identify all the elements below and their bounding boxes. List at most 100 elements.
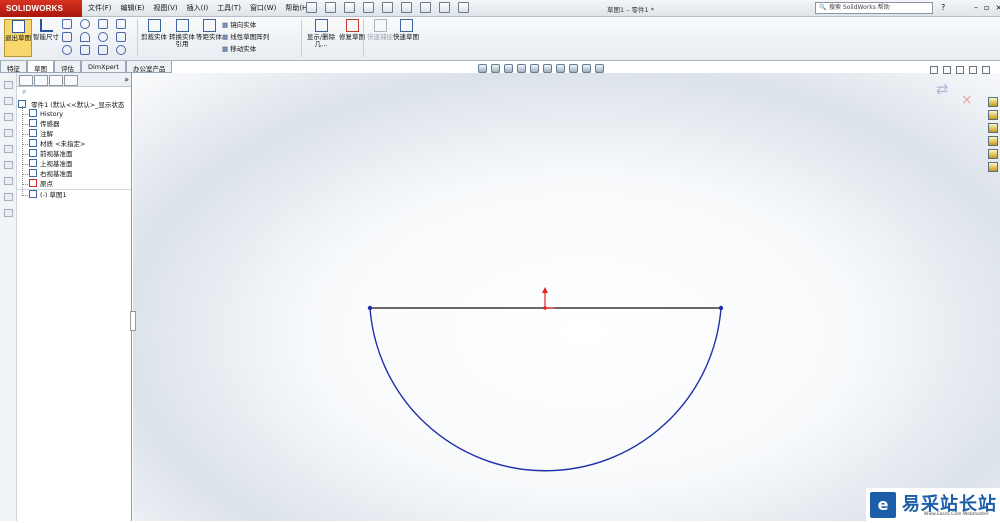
- appearance-icon[interactable]: [569, 64, 578, 73]
- restore-icon[interactable]: ▫: [984, 3, 989, 12]
- appearance-icon[interactable]: [988, 149, 998, 159]
- menu-edit[interactable]: 编辑(E): [121, 3, 145, 13]
- print-icon[interactable]: [363, 2, 374, 13]
- solidworks-resources-icon[interactable]: [988, 97, 998, 107]
- repair-sketch-button[interactable]: 修复草图: [338, 19, 366, 57]
- view-settings-icon[interactable]: [595, 64, 604, 73]
- help-search-input[interactable]: 搜索 SolidWorks 帮助: [815, 2, 933, 14]
- select-icon[interactable]: [401, 2, 412, 13]
- tab-evaluate[interactable]: 评估: [54, 61, 81, 73]
- open-document-icon[interactable]: [325, 2, 336, 13]
- display-style-icon[interactable]: [543, 64, 552, 73]
- sketch-canvas[interactable]: [133, 73, 1000, 521]
- panel-splitter[interactable]: [130, 311, 136, 331]
- tab-sketch[interactable]: 草图: [27, 61, 54, 73]
- feature-manager-tab[interactable]: [19, 75, 33, 86]
- new-document-icon[interactable]: [306, 2, 317, 13]
- search-icon[interactable]: [988, 136, 998, 146]
- arc-icon[interactable]: [80, 32, 90, 42]
- zoom-to-fit-icon[interactable]: [478, 64, 487, 73]
- part-root[interactable]: 零件1 (默认<<默认>_显示状态: [17, 99, 131, 109]
- minimize-viewport-icon[interactable]: [956, 66, 964, 74]
- menu-view[interactable]: 视图(V): [153, 3, 177, 13]
- tree-item-sensors[interactable]: 传感器: [17, 116, 131, 129]
- previous-view-icon[interactable]: [504, 64, 513, 73]
- mirror-entities-item[interactable]: 镜向实体: [222, 19, 269, 31]
- sheet-icon[interactable]: [3, 209, 13, 217]
- sheet-icon[interactable]: [3, 113, 13, 121]
- spline-icon[interactable]: [98, 19, 108, 29]
- sheet-icon[interactable]: [3, 193, 13, 201]
- tab-features[interactable]: 特征: [0, 61, 27, 73]
- custom-properties-icon[interactable]: [988, 162, 998, 172]
- smart-dimension-button[interactable]: 智能尺寸: [32, 19, 60, 57]
- tree-item-history[interactable]: History: [17, 106, 131, 119]
- sheet-icon[interactable]: [3, 145, 13, 153]
- configuration-manager-tab[interactable]: [49, 75, 63, 86]
- line-icon[interactable]: [62, 19, 72, 29]
- tree-item-top-plane[interactable]: 上视基准面: [17, 156, 131, 169]
- linear-pattern-item[interactable]: 线性草图阵列: [222, 31, 269, 43]
- panel-expand-icon[interactable]: »: [124, 75, 129, 86]
- menu-window[interactable]: 窗口(W): [250, 3, 276, 13]
- cancel-sketch-icon[interactable]: ×: [961, 92, 973, 108]
- sheet-icon[interactable]: [3, 177, 13, 185]
- hide-show-items-icon[interactable]: [556, 64, 565, 73]
- text-icon[interactable]: [116, 32, 126, 42]
- split-view-icon[interactable]: [943, 66, 951, 74]
- tree-item-sketch1[interactable]: (-) 草图1: [17, 187, 131, 199]
- tab-dimxpert[interactable]: DimXpert: [81, 61, 126, 73]
- sheet-icon[interactable]: [3, 161, 13, 169]
- sketch-endpoint[interactable]: [367, 305, 373, 311]
- section-view-icon[interactable]: [517, 64, 526, 73]
- offset-entities-button[interactable]: 等距实体: [195, 19, 223, 57]
- confirmation-corner-icon[interactable]: ⇄: [936, 80, 949, 98]
- quick-snaps-button[interactable]: 快速捕捉: [366, 19, 394, 57]
- help-icon[interactable]: ?: [941, 3, 945, 12]
- sketch-grid-icon[interactable]: [116, 19, 126, 29]
- property-manager-tab[interactable]: [34, 75, 48, 86]
- scene-icon[interactable]: [582, 64, 591, 73]
- polygon-icon[interactable]: [80, 45, 90, 55]
- convert-entities-button[interactable]: 转换实体引用: [168, 19, 196, 57]
- tree-item-material[interactable]: 材质 <未指定>: [17, 136, 131, 149]
- circle-icon[interactable]: [80, 19, 90, 29]
- ellipse-icon[interactable]: [98, 32, 108, 42]
- file-properties-icon[interactable]: [439, 2, 450, 13]
- maximize-viewport-icon[interactable]: [969, 66, 977, 74]
- sketch-arc[interactable]: [369, 307, 722, 472]
- zoom-area-icon[interactable]: [491, 64, 500, 73]
- file-explorer-icon[interactable]: [988, 123, 998, 133]
- move-entities-item[interactable]: 移动实体: [222, 43, 269, 55]
- sketch-endpoint[interactable]: [718, 305, 724, 311]
- options-icon[interactable]: [458, 2, 469, 13]
- slot-icon[interactable]: [62, 45, 72, 55]
- split-view-icon[interactable]: [930, 66, 938, 74]
- tree-item-origin[interactable]: 原点: [17, 176, 131, 189]
- minimize-icon[interactable]: –: [974, 3, 978, 12]
- menu-insert[interactable]: 插入(I): [187, 3, 209, 13]
- display-delete-relations-button[interactable]: 显示/删除几...: [304, 19, 338, 57]
- rebuild-icon[interactable]: [420, 2, 431, 13]
- trim-entities-button[interactable]: 剪裁实体: [140, 19, 168, 57]
- menu-tools[interactable]: 工具(T): [217, 3, 241, 13]
- graphics-area[interactable]: [133, 73, 1000, 521]
- tree-item-front-plane[interactable]: 前视基准面: [17, 146, 131, 159]
- sheet-icon[interactable]: [3, 81, 13, 89]
- menu-file[interactable]: 文件(F): [88, 3, 112, 13]
- point-icon[interactable]: [116, 45, 126, 55]
- rapid-sketch-button[interactable]: 快速草图: [392, 19, 420, 57]
- sheet-icon[interactable]: [3, 129, 13, 137]
- filter-icon[interactable]: ⌕: [17, 87, 131, 97]
- sheet-icon[interactable]: [3, 97, 13, 105]
- view-orientation-icon[interactable]: [530, 64, 539, 73]
- close-icon[interactable]: ×: [995, 3, 1000, 12]
- close-viewport-icon[interactable]: [982, 66, 990, 74]
- fillet-icon[interactable]: [98, 45, 108, 55]
- tab-office-products[interactable]: 办公室产品: [125, 61, 173, 73]
- design-library-icon[interactable]: [988, 110, 998, 120]
- save-icon[interactable]: [344, 2, 355, 13]
- rectangle-icon[interactable]: [62, 32, 72, 42]
- tree-item-annotations[interactable]: 注解: [17, 126, 131, 139]
- exit-sketch-button[interactable]: 退出草图: [4, 19, 32, 57]
